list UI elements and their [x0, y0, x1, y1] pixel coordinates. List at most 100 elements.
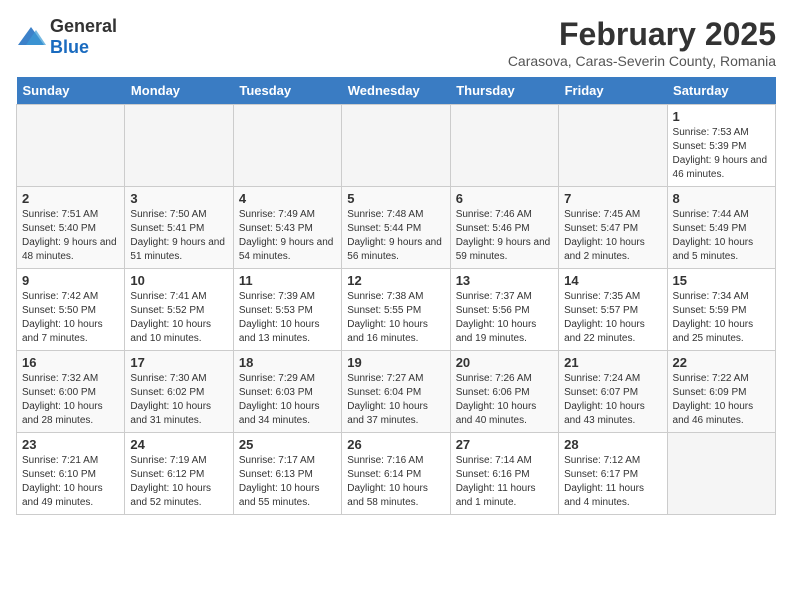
day-number: 21	[564, 355, 661, 370]
day-info: Sunrise: 7:48 AM Sunset: 5:44 PM Dayligh…	[347, 208, 444, 264]
weekday-header-tuesday: Tuesday	[233, 77, 341, 105]
day-info: Sunrise: 7:37 AM Sunset: 5:56 PM Dayligh…	[456, 290, 553, 346]
header: General Blue February 2025 Carasova, Car…	[16, 16, 776, 69]
day-info: Sunrise: 7:39 AM Sunset: 5:53 PM Dayligh…	[239, 290, 336, 346]
calendar-cell: 19Sunrise: 7:27 AM Sunset: 6:04 PM Dayli…	[342, 351, 450, 433]
day-info: Sunrise: 7:35 AM Sunset: 5:57 PM Dayligh…	[564, 290, 661, 346]
calendar-cell: 14 Sunrise: 7:35 AM Sunset: 5:57 PM Dayli…	[559, 269, 667, 351]
location-subtitle: Carasova, Caras-Severin County, Romania	[508, 53, 776, 69]
day-number: 18	[239, 355, 336, 370]
day-number: 8	[673, 191, 770, 206]
day-info: Sunrise: 7:30 AM Sunset: 6:02 PM Dayligh…	[130, 372, 227, 428]
day-info: Sunrise: 7:49 AM Sunset: 5:43 PM Dayligh…	[239, 208, 336, 264]
calendar-cell	[667, 433, 775, 515]
day-info: Sunrise: 7:14 AM Sunset: 6:16 PM Dayligh…	[456, 454, 553, 510]
day-number: 27	[456, 437, 553, 452]
weekday-header-wednesday: Wednesday	[342, 77, 450, 105]
calendar-cell	[559, 105, 667, 187]
calendar-cell: 11 Sunrise: 7:39 AM Sunset: 5:53 PM Dayli…	[233, 269, 341, 351]
weekday-header-row: SundayMondayTuesdayWednesdayThursdayFrid…	[17, 77, 776, 105]
day-number: 20	[456, 355, 553, 370]
day-number: 11	[239, 273, 336, 288]
day-number: 2	[22, 191, 119, 206]
day-number: 9	[22, 273, 119, 288]
day-info: Sunrise: 7:38 AM Sunset: 5:55 PM Dayligh…	[347, 290, 444, 346]
weekday-header-thursday: Thursday	[450, 77, 558, 105]
calendar-cell: 10Sunrise: 7:41 AM Sunset: 5:52 PM Dayli…	[125, 269, 233, 351]
calendar-cell: 4Sunrise: 7:49 AM Sunset: 5:43 PM Daylig…	[233, 187, 341, 269]
calendar-cell	[342, 105, 450, 187]
day-number: 23	[22, 437, 119, 452]
day-number: 13	[456, 273, 553, 288]
day-number: 17	[130, 355, 227, 370]
month-title: February 2025	[508, 16, 776, 53]
day-number: 6	[456, 191, 553, 206]
calendar-cell: 12 Sunrise: 7:38 AM Sunset: 5:55 PM Dayli…	[342, 269, 450, 351]
calendar-table: SundayMondayTuesdayWednesdayThursdayFrid…	[16, 77, 776, 515]
logo: General Blue	[16, 16, 117, 58]
day-info: Sunrise: 7:44 AM Sunset: 5:49 PM Dayligh…	[673, 208, 770, 264]
title-area: February 2025 Carasova, Caras-Severin Co…	[508, 16, 776, 69]
weekday-header-sunday: Sunday	[17, 77, 125, 105]
day-number: 19	[347, 355, 444, 370]
calendar-cell: 18 Sunrise: 7:29 AM Sunset: 6:03 PM Dayli…	[233, 351, 341, 433]
calendar-cell: 23 Sunrise: 7:21 AM Sunset: 6:10 PM Dayli…	[17, 433, 125, 515]
calendar-cell: 28Sunrise: 7:12 AM Sunset: 6:17 PM Dayli…	[559, 433, 667, 515]
day-number: 7	[564, 191, 661, 206]
day-number: 24	[130, 437, 227, 452]
logo-blue: Blue	[50, 37, 89, 57]
day-info: Sunrise: 7:50 AM Sunset: 5:41 PM Dayligh…	[130, 208, 227, 264]
weekday-header-saturday: Saturday	[667, 77, 775, 105]
day-info: Sunrise: 7:21 AM Sunset: 6:10 PM Dayligh…	[22, 454, 119, 510]
calendar-week-row: 1 Sunrise: 7:53 AM Sunset: 5:39 PM Daylig…	[17, 105, 776, 187]
day-info: Sunrise: 7:32 AM Sunset: 6:00 PM Dayligh…	[22, 372, 119, 428]
calendar-week-row: 2 Sunrise: 7:51 AM Sunset: 5:40 PM Daylig…	[17, 187, 776, 269]
day-number: 3	[130, 191, 227, 206]
day-info: Sunrise: 7:29 AM Sunset: 6:03 PM Dayligh…	[239, 372, 336, 428]
calendar-cell: 21 Sunrise: 7:24 AM Sunset: 6:07 PM Dayli…	[559, 351, 667, 433]
calendar-cell	[450, 105, 558, 187]
calendar-cell: 16 Sunrise: 7:32 AM Sunset: 6:00 PM Dayli…	[17, 351, 125, 433]
calendar-cell	[17, 105, 125, 187]
day-number: 12	[347, 273, 444, 288]
day-number: 16	[22, 355, 119, 370]
day-number: 10	[130, 273, 227, 288]
logo-general: General	[50, 16, 117, 36]
calendar-cell: 6 Sunrise: 7:46 AM Sunset: 5:46 PM Daylig…	[450, 187, 558, 269]
calendar-cell: 9 Sunrise: 7:42 AM Sunset: 5:50 PM Daylig…	[17, 269, 125, 351]
day-info: Sunrise: 7:42 AM Sunset: 5:50 PM Dayligh…	[22, 290, 119, 346]
calendar-cell: 8 Sunrise: 7:44 AM Sunset: 5:49 PM Daylig…	[667, 187, 775, 269]
day-number: 22	[673, 355, 770, 370]
day-info: Sunrise: 7:19 AM Sunset: 6:12 PM Dayligh…	[130, 454, 227, 510]
calendar-week-row: 16 Sunrise: 7:32 AM Sunset: 6:00 PM Dayli…	[17, 351, 776, 433]
calendar-cell	[125, 105, 233, 187]
calendar-cell: 2 Sunrise: 7:51 AM Sunset: 5:40 PM Daylig…	[17, 187, 125, 269]
logo-icon	[16, 25, 46, 49]
calendar-week-row: 23 Sunrise: 7:21 AM Sunset: 6:10 PM Dayli…	[17, 433, 776, 515]
calendar-cell: 17 Sunrise: 7:30 AM Sunset: 6:02 PM Dayli…	[125, 351, 233, 433]
calendar-cell: 25 Sunrise: 7:17 AM Sunset: 6:13 PM Dayli…	[233, 433, 341, 515]
calendar-cell	[233, 105, 341, 187]
day-info: Sunrise: 7:51 AM Sunset: 5:40 PM Dayligh…	[22, 208, 119, 264]
calendar-cell: 7Sunrise: 7:45 AM Sunset: 5:47 PM Daylig…	[559, 187, 667, 269]
day-number: 25	[239, 437, 336, 452]
day-info: Sunrise: 7:17 AM Sunset: 6:13 PM Dayligh…	[239, 454, 336, 510]
day-info: Sunrise: 7:24 AM Sunset: 6:07 PM Dayligh…	[564, 372, 661, 428]
day-info: Sunrise: 7:22 AM Sunset: 6:09 PM Dayligh…	[673, 372, 770, 428]
day-number: 14	[564, 273, 661, 288]
day-info: Sunrise: 7:53 AM Sunset: 5:39 PM Dayligh…	[673, 126, 770, 182]
day-info: Sunrise: 7:34 AM Sunset: 5:59 PM Dayligh…	[673, 290, 770, 346]
calendar-cell: 22 Sunrise: 7:22 AM Sunset: 6:09 PM Dayli…	[667, 351, 775, 433]
calendar-cell: 26 Sunrise: 7:16 AM Sunset: 6:14 PM Dayli…	[342, 433, 450, 515]
day-number: 1	[673, 109, 770, 124]
day-number: 5	[347, 191, 444, 206]
calendar-cell: 20Sunrise: 7:26 AM Sunset: 6:06 PM Dayli…	[450, 351, 558, 433]
calendar-cell: 5 Sunrise: 7:48 AM Sunset: 5:44 PM Daylig…	[342, 187, 450, 269]
day-info: Sunrise: 7:46 AM Sunset: 5:46 PM Dayligh…	[456, 208, 553, 264]
day-number: 28	[564, 437, 661, 452]
day-info: Sunrise: 7:16 AM Sunset: 6:14 PM Dayligh…	[347, 454, 444, 510]
calendar-cell: 1 Sunrise: 7:53 AM Sunset: 5:39 PM Daylig…	[667, 105, 775, 187]
day-number: 26	[347, 437, 444, 452]
logo-text: General Blue	[50, 16, 117, 58]
calendar-week-row: 9 Sunrise: 7:42 AM Sunset: 5:50 PM Daylig…	[17, 269, 776, 351]
